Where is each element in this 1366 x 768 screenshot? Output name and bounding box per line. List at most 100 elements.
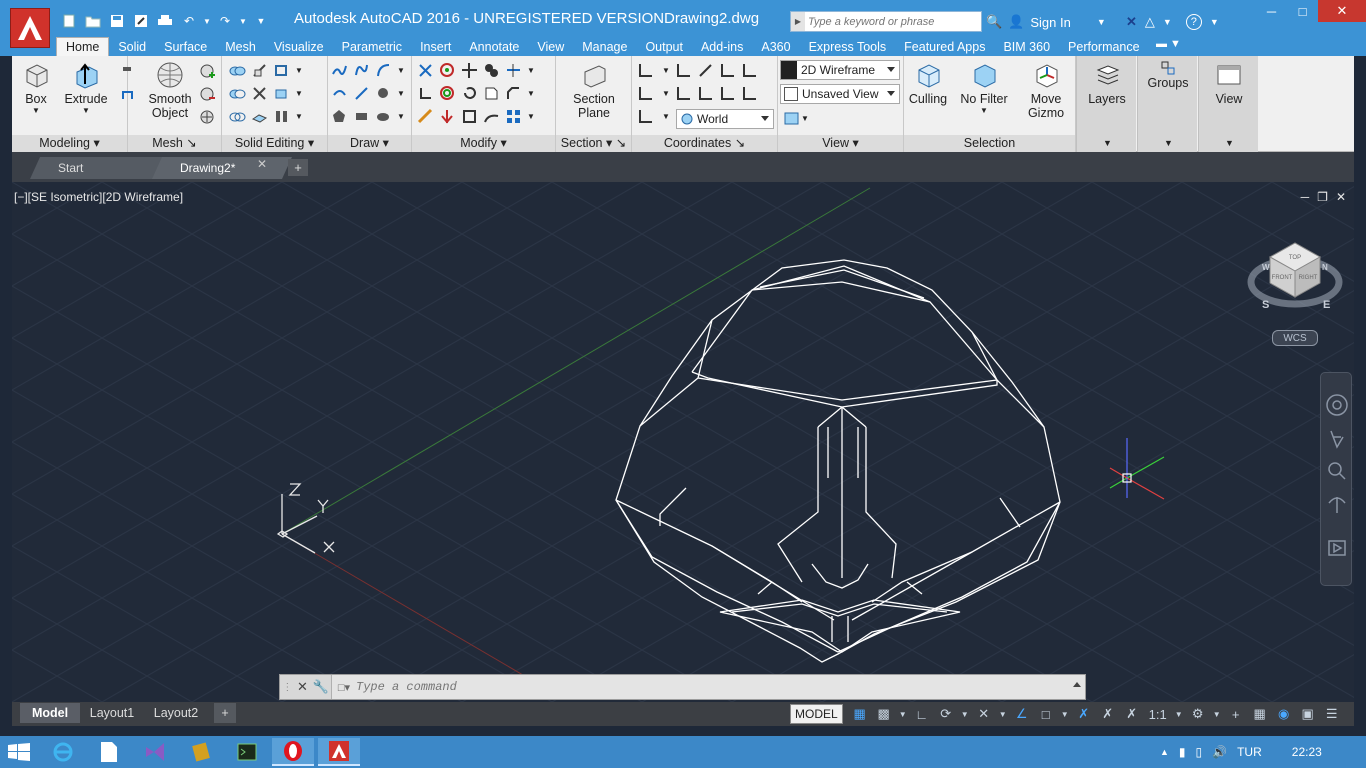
layout-tab-layout1[interactable]: Layout1 bbox=[84, 703, 140, 723]
spline-icon[interactable] bbox=[352, 61, 371, 80]
battery-icon[interactable]: ▯ bbox=[1196, 745, 1203, 759]
ucs-icon[interactable] bbox=[636, 61, 655, 80]
helix-icon[interactable] bbox=[330, 84, 349, 103]
new-file-icon[interactable] bbox=[58, 11, 80, 31]
sign-in-area[interactable]: 🔍 👤 Sign In ▼ bbox=[986, 11, 1106, 33]
groups-button[interactable]: Groups bbox=[1144, 60, 1192, 90]
redo-dropdown-icon[interactable]: ▼ bbox=[238, 11, 248, 31]
ucs-3point-icon[interactable] bbox=[740, 61, 759, 80]
application-menu-button[interactable] bbox=[10, 8, 50, 48]
extrude-faces-dropdown-icon[interactable]: ▼ bbox=[294, 84, 304, 103]
ucs-face-dropdown-icon[interactable]: ▼ bbox=[661, 84, 671, 103]
no-filter-dropdown-icon[interactable]: ▼ bbox=[980, 106, 988, 115]
help-dropdown-icon[interactable]: ▼ bbox=[1210, 17, 1219, 27]
object-snap-tracking-icon[interactable]: ∠ bbox=[1011, 704, 1033, 724]
view-tools-button[interactable]: View bbox=[1205, 60, 1253, 106]
showmotion-icon[interactable] bbox=[1328, 540, 1346, 556]
extract-edges-icon[interactable] bbox=[272, 61, 291, 80]
command-close-icon[interactable]: ✕ bbox=[297, 679, 308, 695]
annotation-scale-value[interactable]: 1:1 bbox=[1145, 704, 1171, 724]
units-icon[interactable]: ▦ bbox=[1249, 704, 1271, 724]
intersect-icon[interactable] bbox=[228, 107, 247, 126]
chamfer-icon[interactable] bbox=[504, 84, 523, 103]
ucs-origin-icon[interactable] bbox=[696, 61, 715, 80]
line-icon[interactable] bbox=[352, 84, 371, 103]
modify-panel-title[interactable]: Modify ▾ bbox=[412, 135, 555, 152]
box-button[interactable]: Box ▼ bbox=[12, 60, 60, 115]
arc-icon[interactable] bbox=[374, 61, 393, 80]
compass-north[interactable]: N bbox=[1322, 263, 1328, 272]
minimize-icon[interactable]: ─ bbox=[1256, 0, 1287, 22]
file-explorer-icon[interactable] bbox=[88, 738, 130, 766]
snap-mode-icon[interactable]: ▩ bbox=[873, 704, 895, 724]
view-tools-expand-icon[interactable]: ▼ bbox=[1225, 138, 1234, 148]
mesh-smooth-less-icon[interactable] bbox=[198, 85, 217, 104]
terminal-icon[interactable] bbox=[226, 738, 268, 766]
windows-start-icon[interactable] bbox=[8, 743, 30, 761]
compass-east[interactable]: E bbox=[1323, 299, 1330, 311]
object-snap-icon[interactable]: □ bbox=[1035, 704, 1057, 724]
layers-expand-icon[interactable]: ▼ bbox=[1103, 138, 1112, 148]
ortho-icon[interactable]: ∟ bbox=[911, 704, 933, 724]
interfere-icon[interactable] bbox=[250, 84, 269, 103]
a360-dropdown-icon[interactable]: ▼ bbox=[1163, 17, 1172, 27]
tab-parametric[interactable]: Parametric bbox=[333, 37, 411, 56]
compass-west[interactable]: W bbox=[1262, 263, 1270, 272]
binoculars-icon[interactable]: 🔍 bbox=[986, 14, 1002, 30]
tab-a360[interactable]: A360 bbox=[752, 37, 799, 56]
command-grip-icon[interactable]: ⋮ bbox=[282, 682, 292, 693]
undo-dropdown-icon[interactable]: ▼ bbox=[202, 11, 212, 31]
extrude-faces-icon[interactable] bbox=[272, 84, 291, 103]
open-folder-icon[interactable] bbox=[82, 11, 104, 31]
thicken-icon[interactable] bbox=[250, 107, 269, 126]
workspace-gear-icon[interactable]: ⚙ bbox=[1187, 704, 1209, 724]
polyline-icon[interactable] bbox=[330, 61, 349, 80]
new-tab-plus-icon[interactable]: + bbox=[288, 159, 308, 176]
separate-icon[interactable] bbox=[272, 107, 291, 126]
extract-edges-dropdown-icon[interactable]: ▼ bbox=[294, 61, 304, 80]
mirror-icon[interactable] bbox=[482, 84, 501, 103]
visual-studio-icon[interactable] bbox=[134, 738, 176, 766]
model-space-toggle[interactable]: MODEL bbox=[790, 704, 843, 724]
tab-visualize[interactable]: Visualize bbox=[265, 37, 333, 56]
ucs-zaxis-icon[interactable] bbox=[718, 61, 737, 80]
tab-performance[interactable]: Performance bbox=[1059, 37, 1149, 56]
tab-mesh[interactable]: Mesh bbox=[216, 37, 265, 56]
ucs-previous-icon[interactable] bbox=[674, 84, 693, 103]
smooth-object-button[interactable]: Smooth Object bbox=[146, 60, 194, 120]
culling-button[interactable]: Culling bbox=[904, 60, 952, 106]
orbit-icon[interactable] bbox=[1328, 497, 1346, 513]
move-icon[interactable] bbox=[460, 61, 479, 80]
annotation-scale-icon[interactable]: ✗ bbox=[1121, 704, 1143, 724]
point-icon[interactable] bbox=[374, 84, 393, 103]
stretch-icon[interactable] bbox=[416, 107, 435, 126]
print-icon[interactable] bbox=[154, 11, 176, 31]
viewport-controls-label[interactable]: [−][SE Isometric][2D Wireframe] bbox=[14, 190, 183, 204]
undo-icon[interactable]: ↶ bbox=[178, 11, 200, 31]
drawing-viewport[interactable]: TOP FRONT RIGHT S E W N [−][SE Isometric… bbox=[12, 182, 1354, 702]
ucs-x-icon[interactable] bbox=[718, 84, 737, 103]
layout-tab-model[interactable]: Model bbox=[20, 703, 80, 723]
isodraft-dropdown-icon[interactable]: ▼ bbox=[997, 704, 1009, 724]
groups-expand-icon[interactable]: ▼ bbox=[1164, 138, 1173, 148]
layout-tab-layout2[interactable]: Layout2 bbox=[148, 703, 204, 723]
save-as-icon[interactable] bbox=[130, 11, 152, 31]
pan-icon[interactable] bbox=[1330, 430, 1344, 449]
autocad-taskbar-icon[interactable] bbox=[318, 738, 360, 766]
sign-in-dropdown-icon[interactable]: ▼ bbox=[1097, 17, 1106, 27]
trim-icon[interactable] bbox=[416, 61, 435, 80]
exchange-apps-icon[interactable]: ✕ bbox=[1126, 14, 1137, 30]
gizmo-icon[interactable] bbox=[438, 61, 457, 80]
explode-dropdown-icon[interactable]: ▼ bbox=[526, 61, 536, 80]
ucs-face-icon[interactable] bbox=[636, 84, 655, 103]
tab-surface[interactable]: Surface bbox=[155, 37, 216, 56]
command-history-up-icon[interactable] bbox=[1073, 682, 1081, 687]
file-tab-close-icon[interactable]: ✕ bbox=[257, 157, 267, 171]
polar-dropdown-icon[interactable]: ▼ bbox=[959, 704, 971, 724]
scale-icon[interactable] bbox=[460, 107, 479, 126]
volume-icon[interactable]: 🔊 bbox=[1212, 745, 1227, 759]
selection-panel-title[interactable]: Selection bbox=[904, 135, 1075, 152]
help-search-input[interactable] bbox=[805, 15, 975, 28]
auto-scale-icon[interactable]: ✗ bbox=[1097, 704, 1119, 724]
ucs-named-dropdown-icon[interactable]: ▼ bbox=[661, 107, 671, 126]
